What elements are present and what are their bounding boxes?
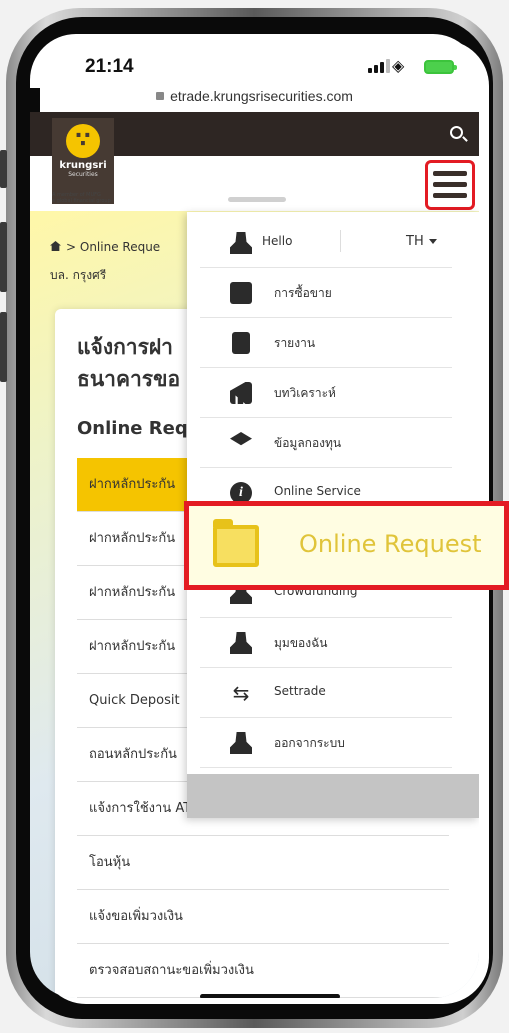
menu-footer bbox=[187, 774, 479, 818]
menu-item-fund[interactable]: ข้อมูลกองทุน bbox=[200, 418, 452, 468]
menu-item-label: รายงาน bbox=[274, 336, 316, 350]
menu-item-analysis[interactable]: บทวิเคราะห์ bbox=[200, 368, 452, 418]
list-item[interactable]: แจ้งขอเพิ่มวงเงิน bbox=[77, 890, 449, 944]
status-time: 21:14 bbox=[85, 56, 134, 77]
list-item[interactable]: ตรวจสอบสถานะขอเพิ่มวงเงิน bbox=[77, 944, 449, 998]
side-button bbox=[0, 150, 7, 188]
menu-item-settrade[interactable]: ⇆ Settrade bbox=[200, 668, 452, 718]
hello-label: Hello bbox=[262, 234, 293, 248]
home-icon[interactable] bbox=[50, 241, 61, 251]
menu-drag-handle[interactable] bbox=[228, 197, 286, 202]
folder-icon bbox=[213, 519, 259, 567]
user-icon bbox=[230, 232, 252, 254]
menu-item-report[interactable]: รายงาน bbox=[200, 318, 452, 368]
menu-item-label: มุมของฉัน bbox=[274, 636, 328, 650]
home-indicator bbox=[200, 994, 340, 998]
signal-icon bbox=[368, 59, 390, 73]
swap-icon: ⇆ bbox=[232, 681, 250, 705]
battery-icon bbox=[424, 60, 457, 74]
section-title: Online Req bbox=[77, 418, 188, 439]
phone-money-icon bbox=[230, 282, 252, 304]
company-label: บล. กรุงศรี bbox=[50, 268, 107, 282]
lock-icon bbox=[156, 92, 165, 100]
hamburger-menu-button[interactable] bbox=[425, 160, 475, 210]
url-text: etrade.krungsrisecurities.com bbox=[170, 88, 353, 104]
user-icon bbox=[230, 632, 252, 654]
breadcrumb[interactable]: > Online Reque bbox=[50, 240, 160, 254]
side-button bbox=[0, 222, 7, 292]
mufg-tagline: A member of MUFG a global financial grou… bbox=[52, 192, 111, 204]
wifi-icon: ◈ bbox=[392, 56, 405, 75]
search-icon[interactable] bbox=[450, 126, 463, 139]
clipboard-icon bbox=[232, 332, 250, 354]
online-request-highlight[interactable]: Online Request bbox=[184, 501, 509, 590]
online-request-label: Online Request bbox=[299, 530, 482, 558]
menu-item-my-corner[interactable]: มุมของฉัน bbox=[200, 618, 452, 668]
side-button bbox=[0, 312, 7, 382]
layers-icon bbox=[230, 432, 252, 446]
page-title: แจ้งการฝา ธนาคารขอ bbox=[77, 335, 181, 391]
logo-mark-icon: ∵ bbox=[66, 124, 100, 158]
menu-item-label: บทวิเคราะห์ bbox=[274, 386, 336, 400]
menu-item-label: ข้อมูลกองทุน bbox=[274, 436, 342, 450]
menu-item-trading[interactable]: การซื้อขาย bbox=[200, 268, 452, 318]
menu-item-label: Settrade bbox=[274, 684, 326, 698]
chart-analysis-icon bbox=[230, 382, 252, 404]
list-item[interactable]: โอนหุ้น bbox=[77, 836, 449, 890]
menu-item-label: การซื้อขาย bbox=[274, 286, 332, 300]
address-bar[interactable]: etrade.krungsrisecurities.com bbox=[30, 88, 479, 104]
logout-user-icon bbox=[230, 732, 252, 754]
menu-item-label: Online Service bbox=[274, 484, 361, 498]
separator bbox=[340, 230, 341, 252]
menu-item-logout[interactable]: ออกจากระบบ bbox=[200, 718, 452, 768]
language-selector[interactable]: TH bbox=[406, 234, 437, 249]
brand-sub: Securities bbox=[68, 171, 98, 178]
chevron-down-icon bbox=[428, 239, 437, 244]
menu-item-label: ออกจากระบบ bbox=[274, 736, 345, 750]
brand-name: krungsri bbox=[59, 160, 107, 171]
menu-user-row: Hello TH bbox=[200, 218, 452, 268]
